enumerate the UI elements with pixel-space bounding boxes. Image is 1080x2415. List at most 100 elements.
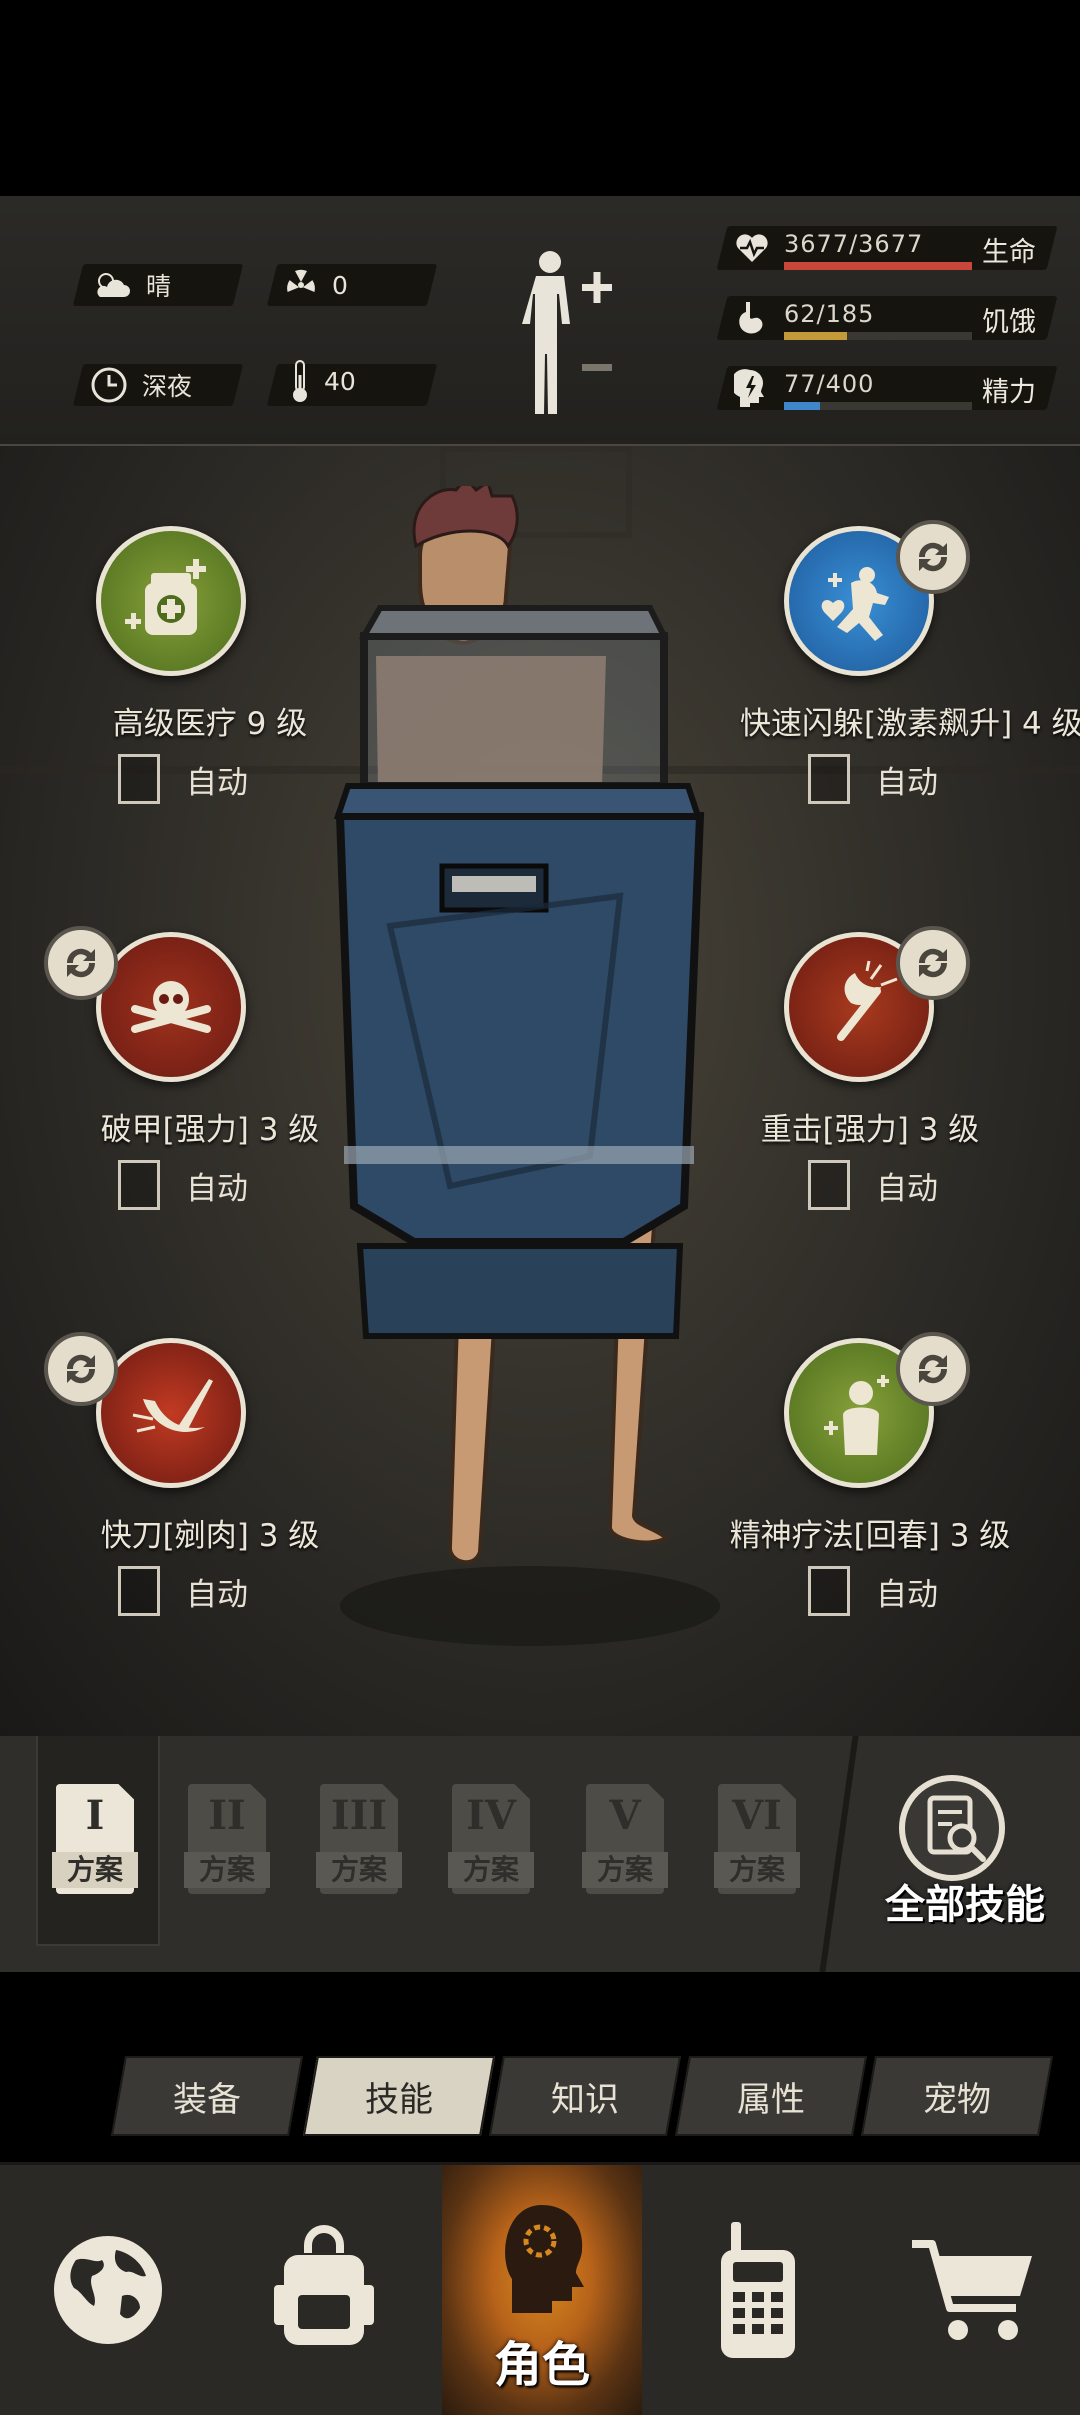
skull-glyph (131, 981, 211, 1033)
plan-bar: I 方案 II 方案 III 方案 IV 方案 V 方案 VI 方案 全部技能 (0, 1736, 1080, 1972)
swap-icon[interactable] (44, 926, 118, 1000)
plan-tab-4[interactable]: IV 方案 (448, 1774, 534, 1904)
all-skills-label: 全部技能 (885, 1882, 1045, 1928)
character-area: 高级医疗 9 级 自动 快速闪躲[激素飙升] 4 级 自动 破甲[强力] 3 级… (0, 446, 1080, 1736)
nav-backpack[interactable] (216, 2165, 432, 2415)
all-skills-button[interactable]: 全部技能 (870, 1772, 1060, 1942)
swap-icon[interactable] (896, 926, 970, 1000)
plan-roman: VI (732, 1792, 782, 1839)
energy-bar (784, 402, 972, 410)
skill-slot-dodge[interactable]: 快速闪躲[激素飙升] 4 级 自动 (700, 520, 1080, 906)
stomach-icon (739, 302, 763, 334)
axe-glyph (837, 960, 898, 1041)
plan-tab-3[interactable]: III 方案 (316, 1774, 402, 1904)
auto-checkbox[interactable] (808, 754, 850, 804)
tab-attributes[interactable]: 属性 (674, 2056, 868, 2136)
skill-slot-heavy-strike[interactable]: 重击[强力] 3 级 自动 (700, 926, 1040, 1312)
nav-shop[interactable] (866, 2165, 1080, 2415)
globe-icon (54, 2236, 162, 2344)
auto-checkbox[interactable] (118, 1160, 160, 1210)
blade-glyph (132, 1379, 213, 1433)
temperature-indicator: 40 (290, 360, 356, 402)
swap-glyph (918, 1354, 948, 1384)
plan-tab-1[interactable]: I 方案 (52, 1774, 138, 1904)
plan-word: 方案 (448, 1852, 534, 1888)
skill-slot-spirit-heal[interactable]: 精神疗法[回春] 3 级 自动 (700, 1332, 1040, 1718)
nav-radio[interactable] (650, 2165, 866, 2415)
skill-name: 破甲[强力] 3 级 (100, 1112, 320, 1148)
plan-roman: II (208, 1792, 246, 1839)
tab-skills[interactable]: 技能 (302, 2056, 496, 2136)
auto-checkbox[interactable] (808, 1566, 850, 1616)
hunger-bar (784, 332, 972, 340)
auto-checkbox[interactable] (118, 754, 160, 804)
body-status-button[interactable] (520, 246, 620, 416)
auto-checkbox[interactable] (118, 1566, 160, 1616)
tab-label: 宠物 (923, 2079, 991, 2120)
auto-checkbox[interactable] (808, 1160, 850, 1210)
shopping-cart-icon (912, 2240, 1032, 2340)
auto-toggle[interactable]: 自动 (118, 1566, 248, 1616)
bottom-nav: 角色 (0, 2162, 1080, 2415)
skill-name: 精神疗法[回春] 3 级 (729, 1518, 1011, 1554)
swap-glyph (918, 948, 948, 978)
blade-slash-icon (96, 1338, 246, 1488)
tab-knowledge[interactable]: 知识 (488, 2056, 682, 2136)
health-value: 3677/3677 (784, 230, 924, 258)
cloud-sun-icon (97, 273, 130, 297)
swap-glyph (66, 1354, 96, 1384)
swap-icon[interactable] (896, 520, 970, 594)
auto-label: 自动 (876, 1170, 938, 1207)
tab-label: 属性 (737, 2079, 805, 2120)
auto-toggle[interactable]: 自动 (808, 1566, 938, 1616)
hunger-label: 饥饿 (982, 307, 1036, 338)
magnifier-document-icon (899, 1775, 1005, 1881)
spirit-glyph (824, 1375, 889, 1455)
radiation-icon (287, 269, 315, 293)
skill-name: 快速闪躲[激素飙升] 4 级 (740, 706, 1080, 742)
radiation-value: 0 (332, 270, 348, 300)
plan-tab-5[interactable]: V 方案 (582, 1774, 668, 1904)
plan-word: 方案 (184, 1852, 270, 1888)
skill-slot-medical[interactable]: 高级医疗 9 级 自动 (40, 526, 380, 906)
plan-word: 方案 (714, 1852, 800, 1888)
plan-tab-2[interactable]: II 方案 (184, 1774, 270, 1904)
plan-word: 方案 (316, 1852, 402, 1888)
medical-kit-icon (96, 526, 246, 676)
plan-roman: V (609, 1792, 641, 1839)
walkie-talkie-icon (721, 2222, 795, 2358)
head-bolt-icon (734, 369, 764, 407)
swap-icon[interactable] (896, 1332, 970, 1406)
auto-label: 自动 (186, 1576, 248, 1613)
radiation-indicator: 0 (284, 264, 348, 306)
plan-roman: III (330, 1792, 388, 1839)
health-bar (784, 262, 972, 270)
tab-equipment[interactable]: 装备 (110, 2056, 304, 2136)
auto-toggle[interactable]: 自动 (118, 1160, 248, 1210)
stat-energy: 77/400 精力 (716, 366, 1058, 410)
temperature-value: 40 (324, 366, 356, 396)
swap-icon[interactable] (44, 1332, 118, 1406)
nav-character-label: 角色 (493, 2337, 590, 2393)
nav-world-map[interactable] (0, 2165, 216, 2415)
health-bar-fill (784, 262, 972, 270)
weather-indicator: 晴 (92, 264, 171, 306)
skill-slot-quick-blade[interactable]: 快刀[剜肉] 3 级 自动 (40, 1332, 380, 1718)
nav-character[interactable]: 角色 (442, 2165, 642, 2415)
weather-label: 晴 (146, 272, 172, 301)
plan-tab-6[interactable]: VI 方案 (714, 1774, 800, 1904)
plan-word: 方案 (582, 1852, 668, 1888)
skill-slot-armor-break[interactable]: 破甲[强力] 3 级 自动 (40, 926, 380, 1312)
stat-hunger: 62/185 饥饿 (716, 296, 1058, 340)
swap-glyph (66, 948, 96, 978)
tab-label: 装备 (173, 2079, 241, 2120)
auto-toggle[interactable]: 自动 (808, 1160, 938, 1210)
dodge-glyph (821, 567, 889, 641)
auto-toggle[interactable]: 自动 (118, 754, 248, 804)
tab-pets[interactable]: 宠物 (860, 2056, 1054, 2136)
auto-toggle[interactable]: 自动 (808, 754, 938, 804)
medical-kit-glyph (125, 559, 206, 635)
plan-divider (819, 1736, 859, 1972)
clock-icon (91, 367, 127, 403)
body-figure-icon (522, 251, 612, 414)
